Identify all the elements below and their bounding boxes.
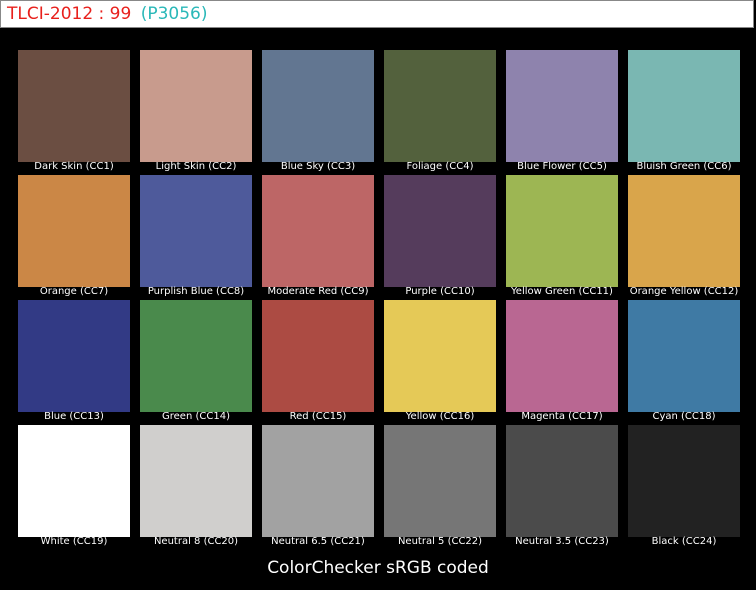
color-patch: Purple (CC10) — [384, 175, 496, 300]
patch-swatch — [262, 50, 374, 162]
patch-label: Blue Flower (CC5) — [517, 161, 607, 172]
patch-swatch — [628, 175, 740, 287]
patch-label: Yellow (CC16) — [405, 411, 475, 422]
patch-swatch — [506, 50, 618, 162]
color-patch: White (CC19) — [18, 425, 130, 550]
patch-label: Foliage (CC4) — [406, 161, 474, 172]
color-patch: Purplish Blue (CC8) — [140, 175, 252, 300]
patch-swatch — [506, 425, 618, 537]
patch-label: Red (CC15) — [289, 411, 347, 422]
patch-label: Blue Sky (CC3) — [280, 161, 356, 172]
color-patch: Dark Skin (CC1) — [18, 50, 130, 175]
patch-label: Bluish Green (CC6) — [636, 161, 732, 172]
color-patch: Black (CC24) — [628, 425, 740, 550]
patch-label: Orange (CC7) — [39, 286, 109, 297]
color-patch: Neutral 5 (CC22) — [384, 425, 496, 550]
color-patch: Yellow Green (CC11) — [506, 175, 618, 300]
patch-swatch — [384, 300, 496, 412]
patch-swatch — [18, 425, 130, 537]
patch-label: Neutral 8 (CC20) — [153, 536, 239, 547]
color-patch: Neutral 3.5 (CC23) — [506, 425, 618, 550]
patch-swatch — [506, 300, 618, 412]
patch-swatch — [18, 175, 130, 287]
patch-label: Moderate Red (CC9) — [267, 286, 369, 297]
chart-caption: ColorChecker sRGB coded — [267, 558, 489, 578]
color-patch: Neutral 8 (CC20) — [140, 425, 252, 550]
color-patch: Blue (CC13) — [18, 300, 130, 425]
color-patch: Magenta (CC17) — [506, 300, 618, 425]
patch-label: Orange Yellow (CC12) — [629, 286, 739, 297]
patch-label: White (CC19) — [40, 536, 108, 547]
patch-label: Green (CC14) — [162, 411, 230, 422]
color-patch: Red (CC15) — [262, 300, 374, 425]
color-patch: Light Skin (CC2) — [140, 50, 252, 175]
color-patch: Moderate Red (CC9) — [262, 175, 374, 300]
patch-swatch — [384, 50, 496, 162]
title-bar: TLCI-2012 : 99 (P3056) — [0, 0, 754, 28]
patch-label: Purple (CC10) — [405, 286, 475, 297]
patch-label: Neutral 3.5 (CC23) — [515, 536, 609, 547]
patch-swatch — [628, 425, 740, 537]
patch-swatch — [628, 300, 740, 412]
patch-label: Cyan (CC18) — [652, 411, 716, 422]
patch-swatch — [18, 300, 130, 412]
patch-label: Light Skin (CC2) — [155, 161, 237, 172]
patch-label: Purplish Blue (CC8) — [147, 286, 245, 297]
color-patch: Neutral 6.5 (CC21) — [262, 425, 374, 550]
patch-label: Neutral 6.5 (CC21) — [271, 536, 365, 547]
color-patch: Orange Yellow (CC12) — [628, 175, 740, 300]
patch-swatch — [506, 175, 618, 287]
patch-label: Blue (CC13) — [44, 411, 104, 422]
patch-label: Yellow Green (CC11) — [511, 286, 613, 297]
patch-swatch — [262, 425, 374, 537]
patch-swatch — [140, 425, 252, 537]
title-text: TLCI-2012 : 99 — [7, 4, 132, 24]
patch-label: Magenta (CC17) — [521, 411, 603, 422]
patch-swatch — [384, 425, 496, 537]
color-patch: Blue Flower (CC5) — [506, 50, 618, 175]
patch-swatch — [262, 175, 374, 287]
patch-swatch — [140, 50, 252, 162]
color-patch: Orange (CC7) — [18, 175, 130, 300]
color-patch: Green (CC14) — [140, 300, 252, 425]
color-patch: Blue Sky (CC3) — [262, 50, 374, 175]
patch-swatch — [18, 50, 130, 162]
patch-label: Black (CC24) — [651, 536, 717, 547]
color-patch: Yellow (CC16) — [384, 300, 496, 425]
patch-swatch — [140, 175, 252, 287]
patch-label: Neutral 5 (CC22) — [397, 536, 483, 547]
patch-swatch — [140, 300, 252, 412]
title-code: (P3056) — [140, 4, 208, 24]
patch-swatch — [384, 175, 496, 287]
patch-swatch — [628, 50, 740, 162]
color-patch: Cyan (CC18) — [628, 300, 740, 425]
patch-swatch — [262, 300, 374, 412]
color-patch: Bluish Green (CC6) — [628, 50, 740, 175]
color-patch: Foliage (CC4) — [384, 50, 496, 175]
patch-label: Dark Skin (CC1) — [34, 161, 114, 172]
